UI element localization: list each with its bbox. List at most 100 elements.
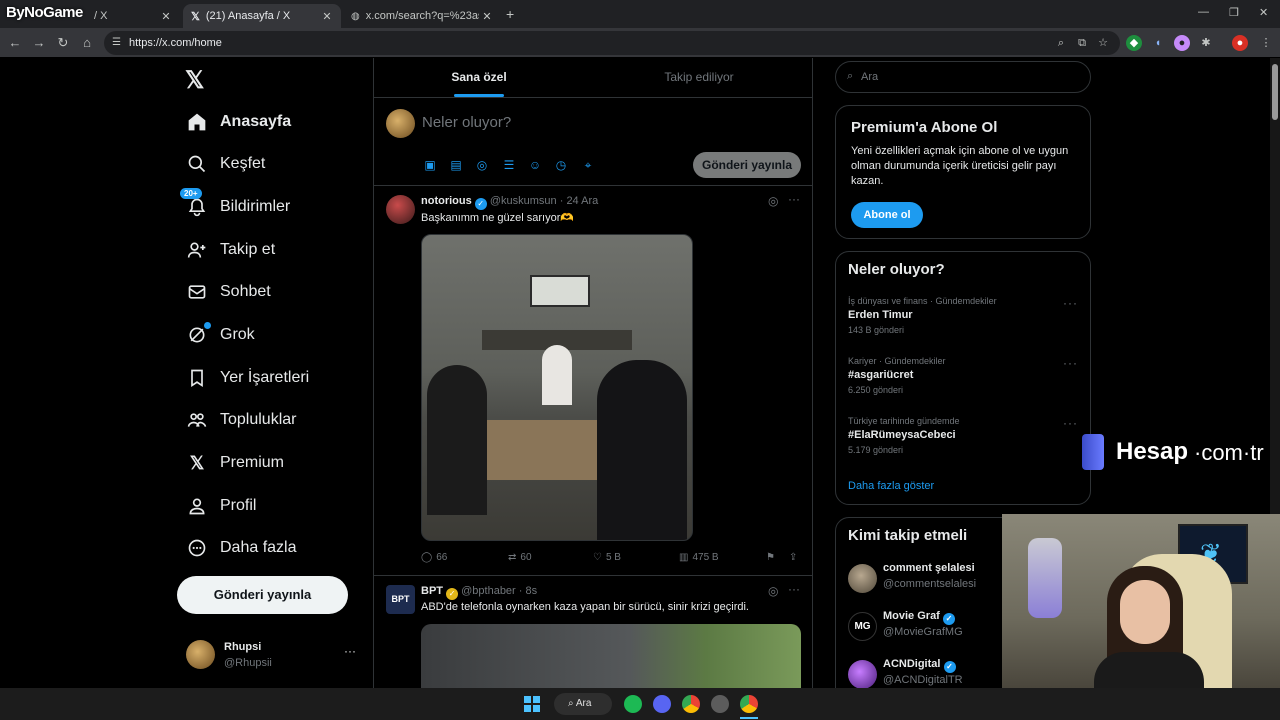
reply-button[interactable]: ◯ 66 <box>421 552 447 563</box>
poll-icon[interactable]: ☰ <box>502 158 516 172</box>
grok-explain-icon[interactable]: ◎ <box>768 194 778 208</box>
zoom-icon[interactable]: ⌕ <box>1058 31 1064 55</box>
trend-item[interactable]: İş dünyası ve finans · Gündemdekiler Erd… <box>836 292 1090 348</box>
spotify-icon[interactable] <box>624 695 642 713</box>
minimize-icon[interactable]: — <box>1198 6 1209 18</box>
url-field[interactable]: ☰ https://x.com/home ⌕ ⧉ ☆ <box>104 31 1120 55</box>
x-favicon-icon: 𝕏 <box>191 10 200 23</box>
obs-icon[interactable] <box>711 695 729 713</box>
nav-item-grok[interactable]: Grok <box>186 315 255 355</box>
tab-for-you[interactable]: Sana özel <box>374 58 584 97</box>
more-dots-icon[interactable]: ··· <box>1063 416 1078 430</box>
browser-tab[interactable]: ◍ x.com/search?q=%23asgariücre ✕ <box>343 4 501 28</box>
chrome-icon[interactable] <box>682 695 700 713</box>
repost-button[interactable]: ⇄ 60 <box>508 552 532 563</box>
extension-icon[interactable]: ● <box>1174 35 1190 51</box>
grok-explain-icon[interactable]: ◎ <box>768 584 778 598</box>
tweet[interactable]: notorious ✓ @kuskumsun · 24 Ara ◎ ··· Ba… <box>374 186 812 574</box>
gif-icon[interactable]: ▤ <box>449 158 463 172</box>
nav-item-bookmarks[interactable]: Yer İşaretleri <box>186 358 309 398</box>
more-dots-icon[interactable]: ··· <box>1063 296 1078 310</box>
x-logo-icon[interactable]: 𝕏 <box>185 66 204 95</box>
new-tab-icon[interactable]: + <box>506 6 514 22</box>
tab-title: (21) Anasayfa / X <box>205 10 291 22</box>
subscribe-button[interactable]: Abone ol <box>851 202 923 228</box>
close-icon[interactable]: ✕ <box>158 10 174 23</box>
author-name[interactable]: BPT <box>421 585 443 597</box>
tab-following[interactable]: Takip ediliyor <box>594 58 804 96</box>
puzzle-icon[interactable]: ✱ <box>1198 35 1214 51</box>
nav-item-more[interactable]: Daha fazla <box>186 528 297 568</box>
trend-category: Türkiye tarihinde gündemde <box>848 416 960 426</box>
scrollbar-thumb[interactable] <box>1272 64 1278 120</box>
emoji-icon[interactable]: ☺ <box>528 158 542 172</box>
site-info-icon[interactable]: ☰ <box>112 31 121 55</box>
nav-item-premium[interactable]: 𝕏 Premium <box>186 443 284 483</box>
share-icon[interactable]: ⇪ <box>789 552 797 563</box>
account-switcher[interactable]: Rhupsi @Rhupsii ··· <box>186 640 366 674</box>
suggestion-handle: @commentselalesi <box>883 578 977 590</box>
tweet[interactable]: BPT BPT ✓ @bpthaber · 8s ◎ ··· ABD'de te… <box>374 576 812 688</box>
bookmark-icon[interactable]: ⚑ <box>766 552 775 563</box>
account-name: Rhupsi <box>224 641 262 653</box>
forward-icon[interactable]: → <box>30 34 48 52</box>
chrome-active-icon[interactable] <box>740 695 758 713</box>
shield-extension-icon[interactable]: ◆ <box>1126 35 1142 51</box>
nav-item-home[interactable]: Anasayfa <box>186 102 291 142</box>
discord-icon[interactable] <box>653 695 671 713</box>
grok-icon <box>186 322 211 346</box>
browser-tab-active[interactable]: 𝕏 (21) Anasayfa / X ✕ <box>183 4 341 28</box>
nav-item-explore[interactable]: Keşfet <box>186 144 265 184</box>
trend-item[interactable]: Kariyer · Gündemdekiler #asgariücret 6.2… <box>836 352 1090 408</box>
menu-dots-icon[interactable]: ⋮ <box>1258 35 1274 51</box>
restore-icon[interactable]: ❐ <box>1229 6 1239 19</box>
tweet-video[interactable] <box>421 624 801 688</box>
tweet-time[interactable]: · 24 Ara <box>560 195 599 207</box>
verified-gold-badge-icon: ✓ <box>446 588 459 600</box>
sponsor-logo-mark <box>1082 434 1104 470</box>
trend-item[interactable]: Türkiye tarihinde gündemde #ElaRümeysaCe… <box>836 412 1090 468</box>
taskbar-search[interactable]: ⌕ Ara <box>554 693 612 715</box>
audio-extension-icon[interactable]: ◖ <box>1150 35 1166 51</box>
nav-item-profile[interactable]: Profil <box>186 486 256 526</box>
home-browser-icon[interactable]: ⌂ <box>78 34 96 52</box>
card-body: Yeni özellikleri açmak için abone ol ve … <box>851 145 1069 187</box>
avatar[interactable] <box>386 195 415 224</box>
author-name[interactable]: notorious <box>421 195 472 207</box>
window-bars <box>530 275 590 307</box>
nav-item-notifications[interactable]: 20+ Bildirimler <box>180 187 290 227</box>
reload-icon[interactable]: ↻ <box>54 34 72 52</box>
tweet-image[interactable] <box>421 234 693 541</box>
close-icon[interactable]: ✕ <box>479 10 495 23</box>
bookmark-star-icon[interactable]: ☆ <box>1098 31 1108 55</box>
close-icon[interactable]: ✕ <box>319 10 335 23</box>
nav-item-follow[interactable]: Takip et <box>186 230 275 270</box>
compose-post-button[interactable]: Gönderi yayınla <box>693 152 801 178</box>
more-dots-icon[interactable]: ··· <box>788 192 800 206</box>
tweet-time[interactable]: · 8s <box>519 585 537 597</box>
post-button[interactable]: Gönderi yayınla <box>177 576 348 614</box>
author-handle[interactable]: @kuskumsun <box>490 195 557 207</box>
nav-item-communities[interactable]: Topluluklar <box>186 400 296 440</box>
show-more-link[interactable]: Daha fazla göster <box>848 480 934 492</box>
schedule-icon[interactable]: ◷ <box>554 158 568 172</box>
author-handle[interactable]: @bpthaber <box>461 585 516 597</box>
media-icon[interactable]: ▣ <box>423 158 437 172</box>
compose-input[interactable]: Neler oluyor? <box>422 114 511 131</box>
more-dots-icon[interactable]: ··· <box>788 582 800 596</box>
like-count: 5 B <box>605 552 621 563</box>
nav-item-messages[interactable]: Sohbet <box>186 272 271 312</box>
location-icon[interactable]: ⌖ <box>581 158 595 172</box>
back-icon[interactable]: ← <box>6 34 24 52</box>
grok-compose-icon[interactable]: ◎ <box>475 158 489 172</box>
like-button[interactable]: ♡ 5 B <box>593 552 621 563</box>
avatar[interactable]: BPT <box>386 585 415 614</box>
window-close-icon[interactable]: ✕ <box>1259 6 1268 19</box>
start-button-icon[interactable] <box>524 696 540 712</box>
more-dots-icon[interactable]: ··· <box>1063 356 1078 370</box>
profile-avatar-icon[interactable]: ● <box>1232 35 1248 51</box>
search-input[interactable]: ⌕ Ara <box>835 61 1091 93</box>
install-icon[interactable]: ⧉ <box>1078 31 1086 55</box>
views-button[interactable]: ▥ 475 B <box>679 552 719 563</box>
trend-name: Erden Timur <box>848 309 913 321</box>
